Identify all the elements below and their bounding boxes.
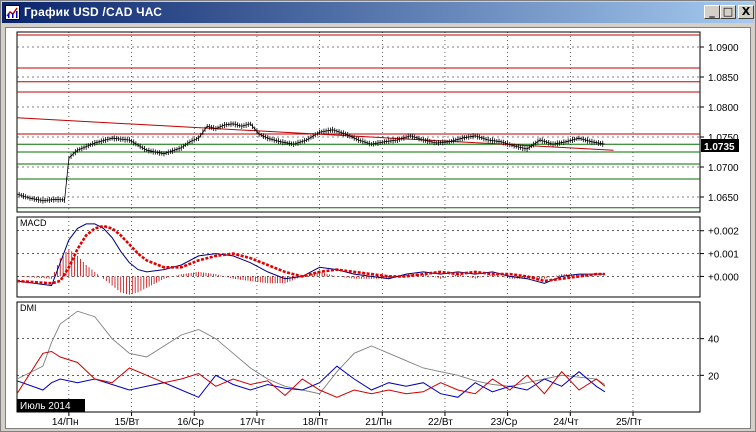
macd-panel-label: MACD bbox=[20, 218, 47, 228]
close-button[interactable]: X bbox=[738, 5, 754, 19]
x-tick-label: 17/Чт bbox=[240, 417, 266, 428]
month-label: Июль 2014 bbox=[20, 401, 71, 412]
dmi-tick-label: 20 bbox=[708, 371, 720, 382]
x-tick-label: 22/Вт bbox=[428, 417, 453, 428]
chart-svg: 1.09001.08501.08001.07501.07001.06501.07… bbox=[16, 31, 739, 428]
macd-tick-label: +0.001 bbox=[708, 250, 739, 261]
price-tick-label: 1.0850 bbox=[708, 73, 739, 84]
window-title: График USD /CAD ЧАС bbox=[24, 5, 163, 19]
price-tick-label: 1.0650 bbox=[708, 193, 739, 204]
price-panel-frame bbox=[16, 31, 701, 213]
x-tick-label: 21/Пн bbox=[365, 417, 392, 428]
chart-app-icon bbox=[5, 5, 20, 20]
dmi-panel-label: DMI bbox=[20, 303, 37, 313]
x-tick-label: 14/Пн bbox=[52, 417, 79, 428]
title-bar[interactable]: График USD /CAD ЧАС _ □ X bbox=[2, 2, 754, 23]
minimize-button[interactable]: _ bbox=[704, 5, 720, 19]
macd-tick-label: +0.002 bbox=[708, 227, 739, 238]
macd-panel-frame bbox=[16, 216, 701, 298]
x-tick-label: 16/Ср bbox=[177, 417, 204, 428]
price-tick-label: 1.0800 bbox=[708, 103, 739, 114]
x-tick-label: 18/Пт bbox=[303, 417, 329, 428]
price-tick-label: 1.0900 bbox=[708, 43, 739, 54]
chart-canvas[interactable]: 1.0900 1.0850 1.0800 1.0750 1.0700 1.0650 1.07… bbox=[5, 27, 751, 429]
maximize-button[interactable]: □ bbox=[720, 5, 736, 19]
macd-tick-label: +0.000 bbox=[708, 272, 739, 283]
price-tick-label: 1.0700 bbox=[708, 163, 739, 174]
dmi-tick-label: 40 bbox=[708, 335, 720, 346]
x-tick-label: 24/Чт bbox=[553, 417, 579, 428]
x-tick-label: 15/Вт bbox=[115, 417, 140, 428]
current-price-label: 1.0735 bbox=[704, 142, 735, 153]
dmi-panel-frame bbox=[16, 301, 701, 413]
x-tick-label: 25/Пт bbox=[616, 417, 642, 428]
x-tick-label: 23/Ср bbox=[491, 417, 518, 428]
chart-window: График USD /CAD ЧАС _ □ X 1.0900 1.0850 1.… bbox=[0, 0, 756, 432]
